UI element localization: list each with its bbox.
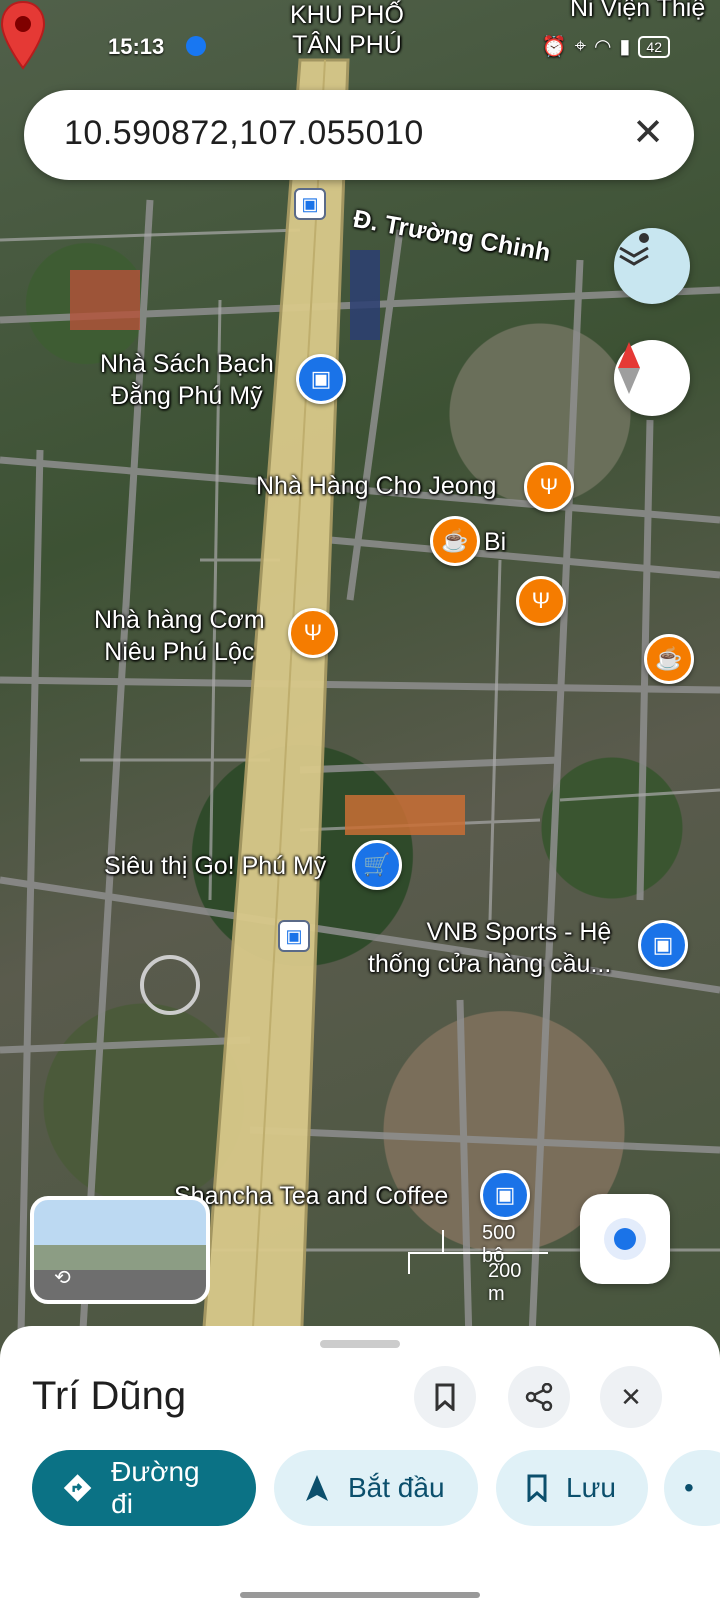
place-title: Trí Dũng: [32, 1374, 187, 1418]
scale-bar: [408, 1252, 548, 1254]
bus-stop-icon[interactable]: ▣: [294, 188, 326, 220]
more-icon: •: [684, 1472, 694, 1503]
directions-label: Đường đi: [111, 1456, 200, 1519]
map-view[interactable]: 15:13 ⏰ ⌖ ◠ ▮ 42 KHU PHỐ TÂN PHÚ Ni Viện…: [0, 0, 720, 1380]
shopping-bag-icon[interactable]: ▣: [296, 354, 346, 404]
area-label-line-1: KHU PHỐ: [290, 1, 404, 29]
compass-icon: [618, 342, 640, 394]
drag-handle[interactable]: [320, 1340, 400, 1348]
my-location-icon: [614, 1228, 636, 1250]
location-marker-icon[interactable]: [0, 0, 46, 70]
close-icon: ✕: [620, 1381, 642, 1412]
place-label-com-nieu: Nhà hàng Cơm Niêu Phú Lộc: [94, 604, 265, 668]
place-label-go-phu-my: Siêu thị Go! Phú Mỹ: [104, 852, 327, 880]
status-time: 15:13: [108, 34, 165, 59]
save-label: Lưu: [566, 1472, 616, 1503]
cafe-icon[interactable]: ☕: [644, 634, 694, 684]
layers-icon: [619, 233, 649, 266]
cart-icon[interactable]: 🛒: [352, 840, 402, 890]
restaurant-icon[interactable]: Ψ: [524, 462, 574, 512]
bookmark-button[interactable]: [414, 1366, 476, 1428]
status-icons: ⏰ ⌖ ◠ ▮ 42: [542, 34, 670, 59]
place-label-cho-jeong: Nhà Hàng Cho Jeong: [256, 472, 497, 500]
share-icon: [525, 1383, 553, 1411]
bus-stop-icon[interactable]: ▣: [278, 920, 310, 952]
more-actions-button[interactable]: •: [664, 1450, 720, 1526]
bookmark-icon: [435, 1383, 455, 1411]
search-input[interactable]: 10.590872,107.055010: [64, 114, 424, 153]
battery-icon: 42: [638, 35, 670, 58]
shopping-bag-icon[interactable]: ▣: [638, 920, 688, 970]
start-label: Bắt đầu: [348, 1472, 445, 1503]
place-label-vnb-sports: VNB Sports - Hệ thống cửa hàng cầu...: [368, 916, 611, 980]
alarm-icon: ⏰: [541, 36, 567, 58]
bookmark-icon: [527, 1474, 547, 1502]
place-label-text: Nhà hàng Cơm Niêu Phú Lộc: [94, 606, 265, 666]
corner-place-label: Ni Viện Thiệ: [570, 0, 706, 22]
place-label-nha-sach: Nhà Sách Bạch Đằng Phú Mỹ: [100, 348, 274, 412]
directions-button[interactable]: Đường đi: [32, 1450, 256, 1526]
scale-tick: [442, 1230, 444, 1254]
place-label-bi: Bi: [484, 528, 507, 556]
close-icon[interactable]: ✕: [632, 110, 664, 155]
restaurant-icon[interactable]: Ψ: [288, 608, 338, 658]
location-icon: ⌖: [574, 35, 586, 57]
area-label-line-2: TÂN PHÚ: [292, 31, 402, 59]
area-label: KHU PHỐ TÂN PHÚ: [290, 0, 404, 60]
restaurant-icon[interactable]: Ψ: [516, 576, 566, 626]
layers-button[interactable]: [614, 228, 690, 304]
place-label-shancha: Shancha Tea and Coffee: [174, 1182, 449, 1210]
save-button[interactable]: Lưu: [496, 1450, 648, 1526]
signal-icon: ▮: [619, 36, 631, 58]
directions-icon: [63, 1474, 92, 1502]
share-button[interactable]: [508, 1366, 570, 1428]
cafe-icon[interactable]: ☕: [430, 516, 480, 566]
scale-tick: [408, 1252, 410, 1274]
place-bottom-sheet[interactable]: Trí Dũng ✕ Đường đi Bắt đầu Lưu •: [0, 1326, 720, 1608]
system-nav-handle[interactable]: [240, 1592, 480, 1598]
place-label-text: VNB Sports - Hệ thống cửa hàng cầu...: [368, 918, 612, 978]
facebook-notification-icon: [186, 36, 206, 56]
scale-metric: 200 m: [488, 1260, 522, 1305]
wifi-icon: ◠: [593, 36, 612, 58]
rotate-360-icon: ⟲: [54, 1267, 71, 1289]
my-location-button[interactable]: [580, 1194, 670, 1284]
close-button[interactable]: ✕: [600, 1366, 662, 1428]
start-button[interactable]: Bắt đầu: [274, 1450, 478, 1526]
street-view-thumbnail[interactable]: ⟲: [30, 1196, 210, 1304]
search-bar[interactable]: 10.590872,107.055010 ✕: [24, 90, 694, 180]
navigation-arrow-icon: [306, 1475, 328, 1501]
shopping-bag-icon[interactable]: ▣: [480, 1170, 530, 1220]
compass-button[interactable]: [614, 340, 690, 416]
place-label-text: Nhà Sách Bạch Đằng Phú Mỹ: [100, 350, 274, 410]
